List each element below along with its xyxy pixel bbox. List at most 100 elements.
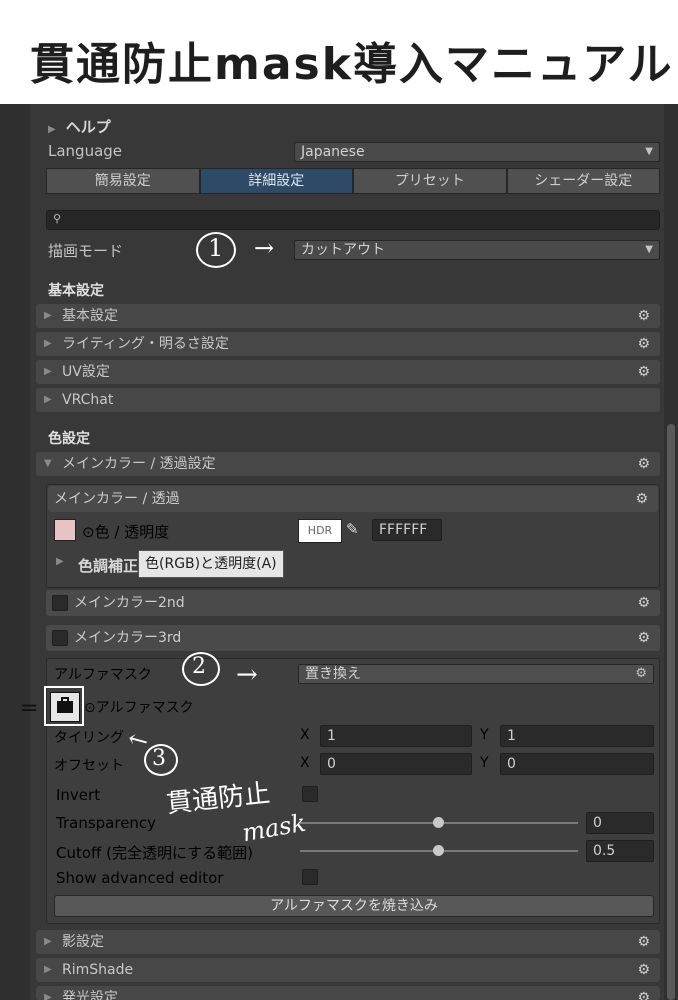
annotation-arrow-2: → [236,660,258,690]
annotation-marker-equals: = [20,696,39,721]
main-color-2nd-checkbox[interactable] [52,595,68,611]
main-color-2nd-header[interactable]: メインカラー2nd ⚙ [46,590,660,616]
gear-icon[interactable]: ⚙ [637,332,650,356]
fold-emission-label: 発光設定 [62,990,118,1000]
transparency-field[interactable]: 0 [586,812,654,834]
cutoff-slider-handle[interactable] [433,845,444,856]
annotation-arrow-1: → [254,234,275,262]
fold-uv-label: UV設定 [62,364,110,380]
main-color-3rd-checkbox[interactable] [52,630,68,646]
tiling-label: タイリング [54,730,124,746]
main-color-2nd-label: メインカラー2nd [74,595,185,611]
tab-simple[interactable]: 簡易設定 [46,168,200,194]
gear-icon[interactable]: ⚙ [637,625,650,651]
triangle-right-icon: ▶ [44,992,52,1000]
tiling-y-field[interactable]: 1 [500,725,654,747]
alpha-mask-mode-dropdown[interactable]: 置き換え ⚙ [298,664,654,684]
gear-icon[interactable]: ⚙ [637,986,650,1000]
gear-icon[interactable]: ⚙ [637,930,650,954]
triangle-right-icon: ▶ [44,310,52,321]
fold-lighting[interactable]: ▶ ライティング・明るさ設定 ⚙ [36,332,660,356]
color-alpha-label: ⊙色 / 透明度 [82,523,170,541]
language-label: Language [48,142,123,160]
main-texture-thumb[interactable] [54,519,76,541]
offset-label: オフセット [54,758,124,774]
tooltip: 色(RGB)と透明度(A) [138,550,284,578]
bake-alpha-mask-button[interactable]: アルファマスクを焼き込み [54,895,654,917]
alpha-mask-mode-value: 置き換え [305,666,361,682]
annotation-number-2: 2 [192,654,206,679]
triangle-right-icon: ▶ [44,394,52,405]
search-icon: ⚲ [53,212,62,225]
search-input[interactable]: ⚲ [46,210,660,230]
triangle-right-icon: ▶ [44,964,52,975]
fold-uv[interactable]: ▶ UV設定 ⚙ [36,360,660,384]
main-color-subheader: メインカラー / 透過 ⚙ [48,486,658,512]
fold-lighting-label: ライティング・明るさ設定 [62,336,229,352]
help-foldout[interactable]: ▶ ヘルプ [48,116,111,137]
alpha-mask-texture-thumb[interactable] [50,692,80,722]
hdr-color-swatch[interactable]: HDR [298,519,342,543]
eyedropper-icon[interactable]: ✎ [346,520,359,538]
fold-emission[interactable]: ▶ 発光設定 ⚙ [36,986,660,1000]
tab-shader-settings[interactable]: シェーダー設定 [506,168,660,194]
help-label: ヘルプ [65,118,111,136]
transparency-slider-handle[interactable] [433,817,444,828]
render-mode-dropdown[interactable]: カットアウト ▼ [294,240,660,260]
annotation-number-3: 3 [152,746,166,771]
fold-shadow[interactable]: ▶ 影設定 ⚙ [36,930,660,954]
gear-icon[interactable]: ⚙ [637,360,650,384]
main-color-3rd-label: メインカラー3rd [74,630,182,646]
gear-icon[interactable]: ⚙ [635,486,648,512]
tiling-y-label: Y [480,727,489,743]
tiling-x-field[interactable]: 1 [320,725,472,747]
show-advanced-checkbox[interactable] [302,869,318,885]
triangle-right-icon: ▶ [44,338,52,349]
main-color-3rd-header[interactable]: メインカラー3rd ⚙ [46,625,660,651]
offset-y-label: Y [480,755,489,771]
scrollbar-thumb[interactable] [667,424,675,1000]
show-advanced-label: Show advanced editor [56,869,224,887]
tab-presets[interactable]: プリセット [353,168,507,194]
render-mode-value: カットアウト [301,242,385,258]
fold-vrchat[interactable]: ▶ VRChat [36,388,660,412]
gear-icon[interactable]: ⚙ [637,304,650,328]
triangle-down-icon: ▼ [44,458,52,469]
fold-basic[interactable]: ▶ 基本設定 ⚙ [36,304,660,328]
fold-main-color-label: メインカラー / 透過設定 [62,456,216,472]
fold-shadow-label: 影設定 [62,934,104,950]
page-title: 貫通防止mask導入マニュアル [30,39,674,90]
basic-section-title: 基本設定 [48,283,104,299]
triangle-right-icon: ▶ [56,556,64,567]
main-color-subheader-label: メインカラー / 透過 [54,491,180,507]
chevron-down-icon: ▼ [645,146,653,157]
left-gutter [0,104,30,1000]
gear-icon[interactable]: ⚙ [637,452,650,476]
fold-basic-label: 基本設定 [62,308,118,324]
hex-color-field[interactable]: FFFFFF [372,519,442,541]
offset-x-field[interactable]: 0 [320,753,472,775]
transparency-label: Transparency [56,814,157,832]
annotation-number-1: 1 [208,234,224,262]
language-value: Japanese [301,144,365,160]
gear-icon[interactable]: ⚙ [637,958,650,982]
triangle-right-icon: ▶ [48,124,56,135]
fold-main-color[interactable]: ▼ メインカラー / 透過設定 ⚙ [36,452,660,476]
language-dropdown[interactable]: Japanese ▼ [294,142,660,162]
gear-icon[interactable]: ⚙ [635,665,647,683]
tab-advanced[interactable]: 詳細設定 [199,168,353,194]
fold-rimshade[interactable]: ▶ RimShade ⚙ [36,958,660,982]
cutoff-label: Cutoff (完全透明にする範囲) [56,844,253,862]
triangle-right-icon: ▶ [44,936,52,947]
triangle-right-icon: ▶ [44,366,52,377]
invert-checkbox[interactable] [302,786,318,802]
settings-tabs: 簡易設定 詳細設定 プリセット シェーダー設定 [46,168,660,194]
fold-rimshade-label: RimShade [62,962,134,978]
offset-x-label: X [300,755,310,771]
tone-correction-label[interactable]: 色調補正 [78,555,138,576]
gear-icon[interactable]: ⚙ [637,590,650,616]
color-section-title: 色設定 [48,431,90,447]
cutoff-field[interactable]: 0.5 [586,840,654,862]
render-mode-label: 描画モード [48,242,124,260]
offset-y-field[interactable]: 0 [500,753,654,775]
